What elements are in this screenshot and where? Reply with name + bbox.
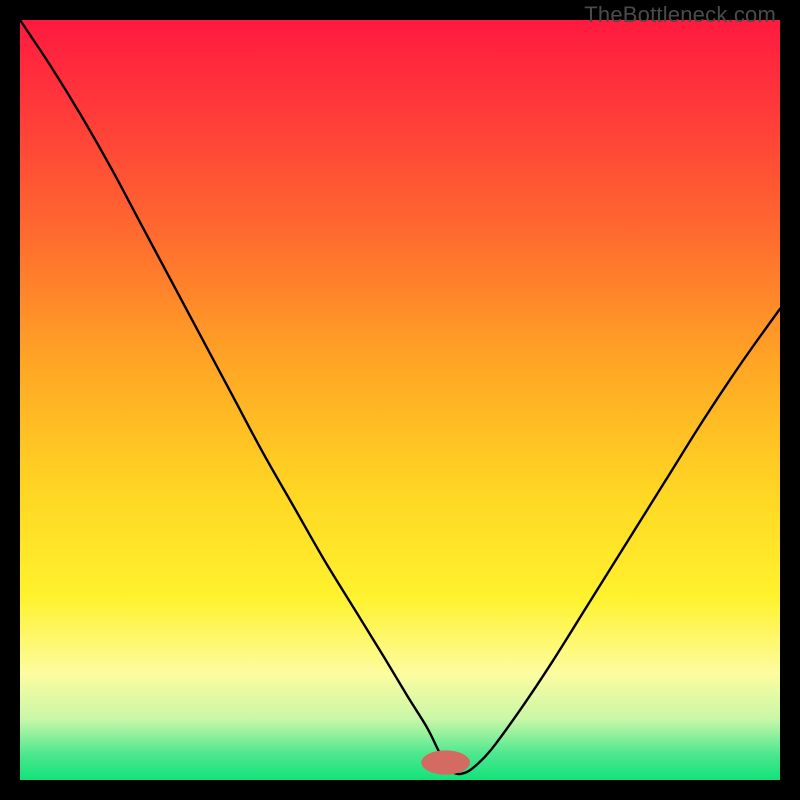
bottleneck-chart xyxy=(20,20,780,780)
watermark-text: TheBottleneck.com xyxy=(584,2,776,28)
chart-background xyxy=(20,20,780,780)
optimum-marker xyxy=(421,750,470,774)
chart-frame xyxy=(20,20,780,780)
